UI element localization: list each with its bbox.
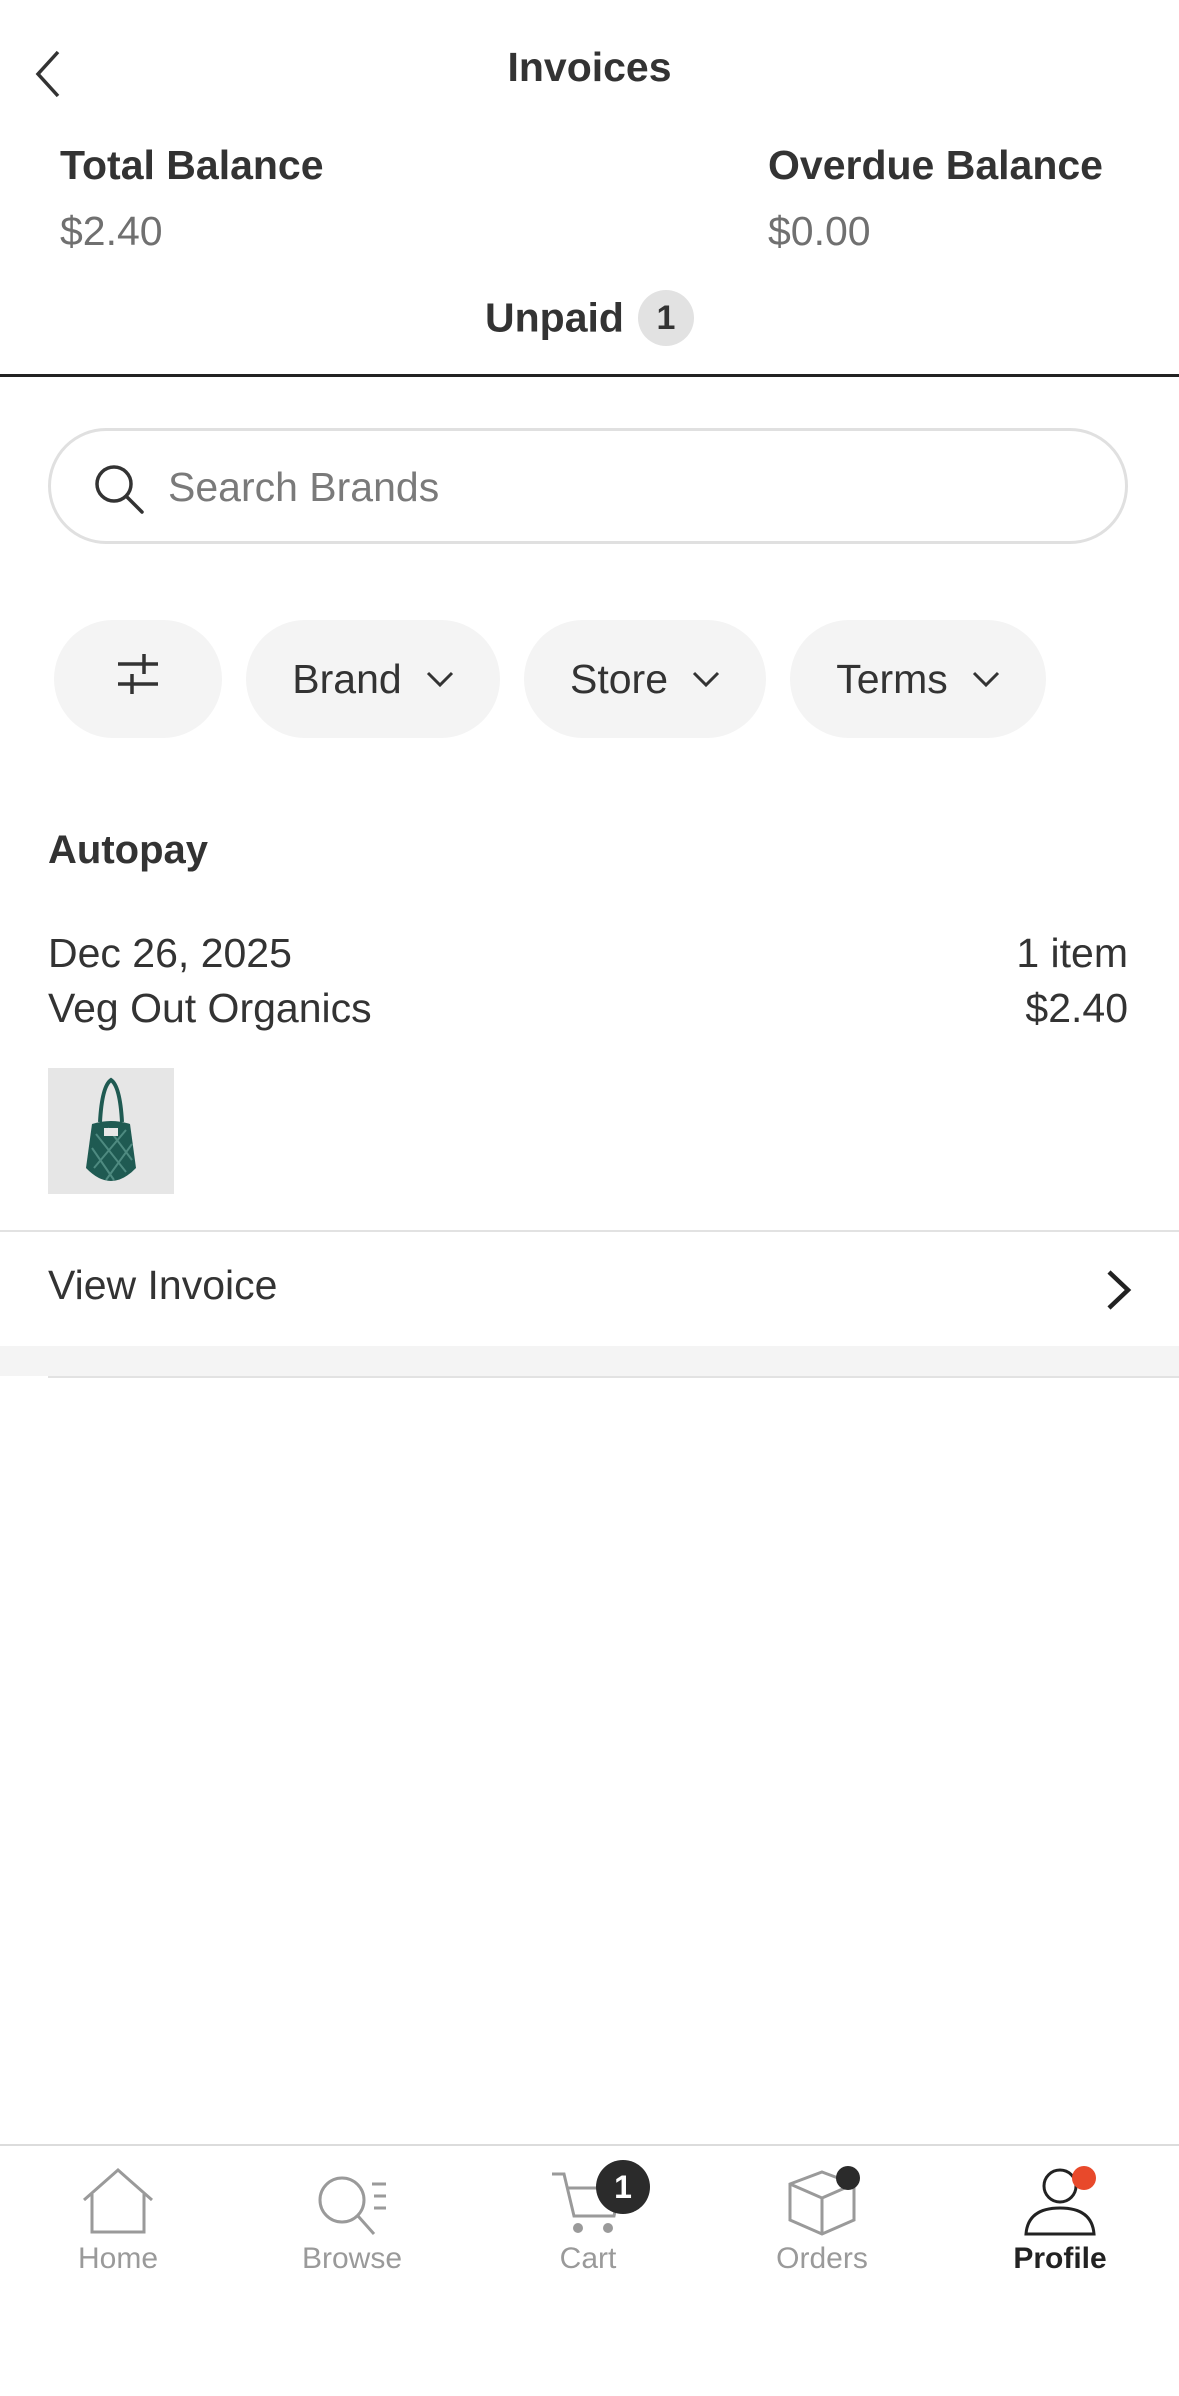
nav-home-label: Home [77,2242,159,2275]
nav-cart[interactable]: Cart [498,2166,678,2296]
overdue-balance-value: $0.00 [768,208,871,254]
tab-unpaid-count-badge: 1 [637,290,694,346]
chevron-right-icon [1104,1268,1134,1317]
filter-brand-dropdown[interactable]: Brand [246,620,500,738]
invoice-amount: $2.40 [1025,985,1128,1031]
tab-unpaid[interactable]: Unpaid 1 [0,290,1179,346]
total-balance-label: Total Balance [60,142,324,188]
invoice-item-count: 1 item [1016,930,1128,976]
bottom-nav-border [0,2144,1179,2146]
tab-unpaid-label: Unpaid [485,294,624,341]
filter-settings-button[interactable] [54,620,222,738]
page-title: Invoices [507,44,672,90]
view-invoice-label: View Invoice [48,1262,278,1308]
nav-profile-label: Profile [1013,2242,1107,2275]
filter-store-label: Store [570,655,668,702]
nav-browse[interactable]: Browse [262,2166,442,2296]
chevron-down-icon [426,671,453,688]
filter-store-dropdown[interactable]: Store [524,620,766,738]
orders-notification-dot [836,2166,860,2190]
mesh-bag-image [86,1077,136,1181]
browse-icon [318,2176,386,2235]
nav-profile[interactable]: Profile [970,2166,1150,2296]
nav-cart-label: Cart [559,2242,617,2275]
nav-browse-label: Browse [301,2242,403,2275]
tab-underline [0,374,1179,377]
overdue-balance-label: Overdue Balance [768,142,1103,188]
total-balance-value: $2.40 [60,208,163,254]
profile-notification-dot [1072,2166,1096,2190]
cart-count-badge: 1 [596,2160,650,2214]
nav-orders[interactable]: Orders [732,2166,912,2296]
section-title-autopay: Autopay [48,828,208,872]
chevron-down-icon [972,671,999,688]
divider [48,1376,1179,1378]
search-icon [92,462,146,516]
invoice-store-name: Veg Out Organics [48,985,372,1031]
chevron-down-icon [692,671,720,688]
search-input[interactable] [168,452,1068,522]
section-separator-band [0,1346,1179,1376]
invoice-date: Dec 26, 2025 [48,930,292,976]
nav-home[interactable]: Home [28,2166,208,2296]
product-thumbnail [48,1068,174,1194]
nav-orders-label: Orders [776,2242,868,2275]
sliders-icon [116,650,160,708]
filter-terms-dropdown[interactable]: Terms [790,620,1046,738]
filter-brand-label: Brand [292,655,402,702]
home-icon [83,2167,153,2234]
filter-terms-label: Terms [836,655,948,702]
